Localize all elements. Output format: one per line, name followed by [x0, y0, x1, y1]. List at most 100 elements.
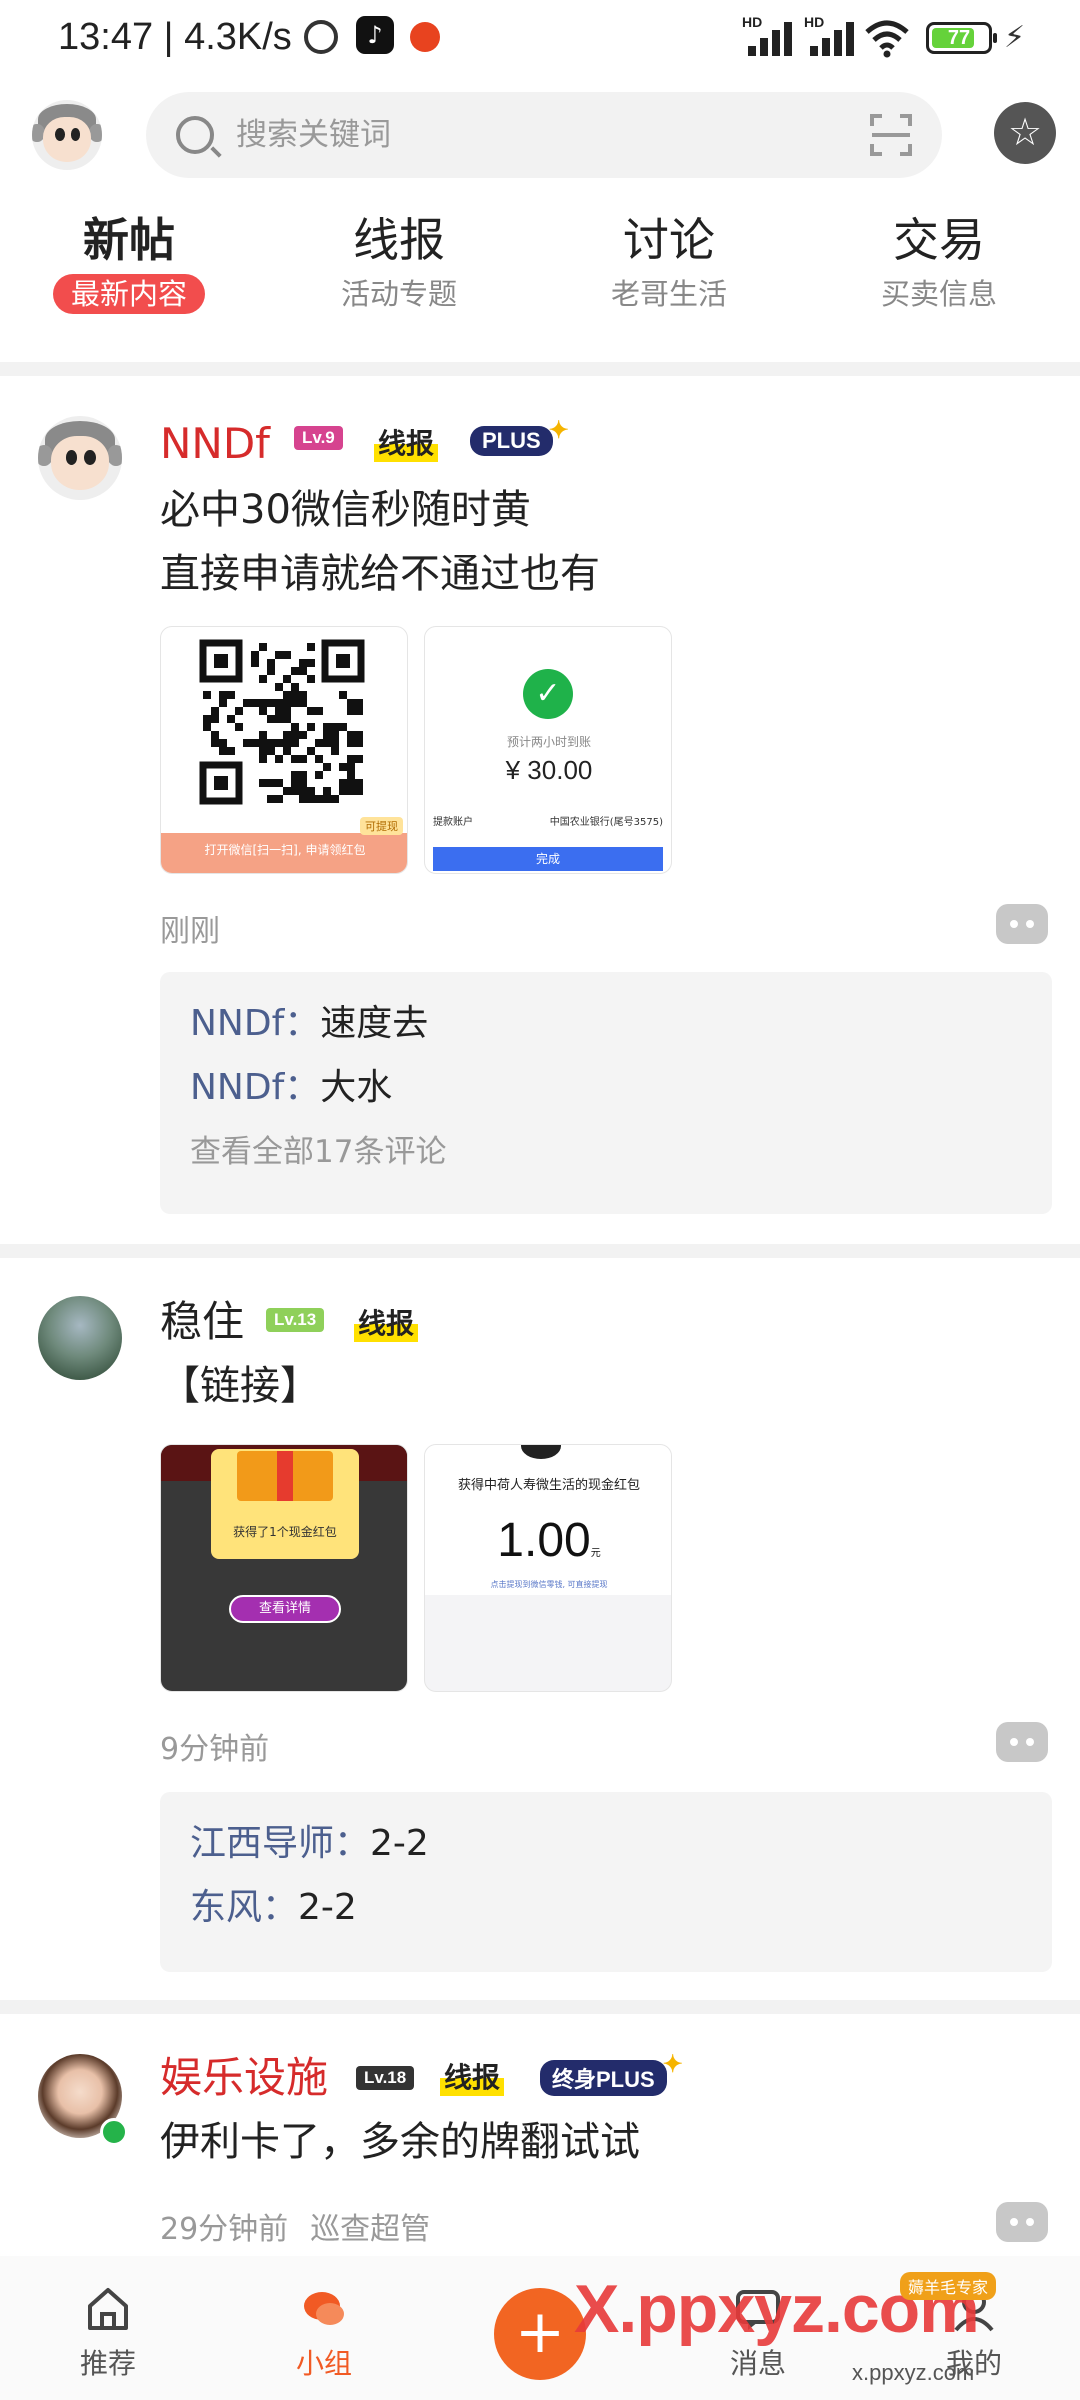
signal-icon-2	[806, 20, 862, 56]
post-username[interactable]: 稳住	[160, 1294, 244, 1350]
comment-author[interactable]: 东风：	[190, 1887, 298, 1928]
comment-text: 2-2	[370, 1823, 429, 1864]
tab-subtitle: 最新内容	[52, 274, 205, 314]
level-badge: Lv.13	[266, 1308, 325, 1332]
post-time: 刚刚	[160, 914, 220, 949]
nav-label: 推荐	[79, 2347, 136, 2380]
post-card[interactable]: 稳住 Lv.13 线报 【链接】 获得了1个现金红包 查看详情 获得中荷人寿微生…	[0, 1296, 1080, 1986]
plus-label: PLUS	[482, 428, 541, 453]
qrcode-icon	[161, 639, 407, 873]
withdrawable-badge: 可提现	[360, 817, 403, 835]
tab-title: 讨论	[623, 213, 715, 267]
comment-icon[interactable]	[996, 2202, 1048, 2242]
comment-author[interactable]: NNDf：	[190, 1003, 320, 1044]
app-notification-icon	[410, 22, 440, 52]
nav-label: 消息	[729, 2347, 786, 2380]
signal-icon	[744, 20, 800, 56]
payment-eta: 预计两小时到账	[506, 735, 591, 749]
comment-text: 大水	[320, 1067, 393, 1108]
search-input[interactable]	[236, 92, 836, 178]
gift-box-icon	[211, 1449, 359, 1559]
watermark-url: x.ppxyz.com	[852, 2360, 975, 2385]
post-avatar[interactable]	[38, 416, 122, 500]
tab-subtitle: 老哥生活	[610, 277, 727, 311]
cash-amount: 1.00	[497, 1514, 591, 1567]
battery-icon: 77	[926, 22, 997, 54]
sparkle-icon: ✦	[662, 2051, 683, 2078]
post-image-redpacket[interactable]: 获得了1个现金红包 查看详情	[160, 1444, 408, 1692]
post-image-cash[interactable]: 获得中荷人寿微生活的现金红包 1.00元 点击提现到微信零钱, 可直接提现	[424, 1444, 672, 1692]
post-time-extra: 巡查超管	[310, 2212, 431, 2247]
alarm-clock-icon	[304, 20, 338, 54]
plus-badge: 终身PLUS ✦	[540, 2051, 683, 2096]
comment-row: 江西导师：2-2	[190, 1812, 1022, 1876]
battery-level: 77	[947, 27, 971, 49]
tag-badge: 线报	[440, 2056, 505, 2096]
user-avatar[interactable]	[32, 100, 102, 170]
comment-author[interactable]: NNDf：	[190, 1067, 320, 1108]
comment-row: NNDf：速度去	[190, 992, 1022, 1056]
comment-text: 速度去	[320, 1003, 429, 1044]
top-header: ☆	[0, 88, 1080, 188]
tiktok-icon: ♪	[356, 16, 394, 54]
plus-badge: PLUS ✦	[470, 417, 569, 456]
home-icon	[88, 2288, 128, 2330]
nav-groups[interactable]: 小组	[254, 2286, 394, 2382]
section-divider	[0, 1244, 1080, 1258]
create-post-button[interactable]: +	[494, 2288, 586, 2380]
section-divider	[0, 2000, 1080, 2014]
tab-title: 新帖	[83, 213, 175, 267]
favorites-star-icon[interactable]: ☆	[994, 102, 1056, 164]
post-image-qrcode[interactable]: 打开微信[扫一扫], 申请领红包 可提现	[160, 626, 408, 874]
comments-preview[interactable]: NNDf：速度去 NNDf：大水 查看全部17条评论	[160, 972, 1052, 1214]
cash-note: 点击提现到微信零钱, 可直接提现	[490, 1580, 608, 1589]
post-card[interactable]: NNDf Lv.9 线报 PLUS ✦ 必中30微信秒随时黄 直接申请就给不通过也…	[0, 416, 1080, 1236]
post-username[interactable]: NNDf	[160, 416, 270, 472]
watermark-tag: 薅羊毛专家	[900, 2272, 997, 2300]
post-time: 9分钟前	[160, 1732, 270, 1767]
tab-discussion[interactable]: 讨论 老哥生活	[559, 210, 779, 314]
comment-icon[interactable]	[996, 1722, 1048, 1762]
plus-label: 终身PLUS	[552, 2067, 655, 2092]
post-username[interactable]: 娱乐设施	[160, 2050, 328, 2106]
scan-icon[interactable]	[870, 114, 912, 156]
post-content: 必中30微信秒随时黄 直接申请就给不通过也有	[160, 487, 600, 597]
tab-subtitle: 活动专题	[340, 277, 457, 311]
tab-title: 交易	[893, 213, 985, 267]
post-card[interactable]: 娱乐设施 Lv.18 线报 终身PLUS ✦ 伊利卡了，多余的牌翻试试 29分钟前…	[0, 2051, 1080, 2254]
cash-amount-row: 1.00元	[425, 1513, 671, 1568]
redpacket-text: 获得了1个现金红包	[233, 1525, 337, 1539]
status-bar: 13:47 | 4.3K/s ♪ HD HD 77 ⚡	[0, 0, 1080, 80]
post-content: 伊利卡了，多余的牌翻试试	[160, 2119, 640, 2165]
charging-icon: ⚡	[1004, 20, 1026, 55]
tab-deals[interactable]: 线报 活动专题	[289, 210, 509, 314]
qrcode-footer: 打开微信[扫一扫], 申请领红包	[204, 843, 366, 857]
payment-amount: ¥ 30.00	[505, 755, 593, 785]
tab-title: 线报	[353, 213, 445, 267]
tab-subtitle: 买卖信息	[880, 277, 997, 311]
payment-bank: 中国农业银行(尾号3575)	[549, 817, 663, 828]
comment-row: 东风：2-2	[190, 1876, 1022, 1940]
level-badge: Lv.18	[356, 2066, 415, 2090]
wifi-icon	[865, 20, 909, 58]
payment-account-label: 提款账户	[433, 817, 473, 828]
nav-label: 小组	[295, 2347, 352, 2380]
tag-badge: 线报	[374, 422, 439, 462]
payment-done-button: 完成	[433, 847, 663, 871]
search-bar[interactable]	[146, 92, 942, 178]
comment-icon[interactable]	[996, 904, 1048, 944]
post-image-payment[interactable]: ✓ 预计两小时到账 ¥ 30.00 提款账户 中国农业银行(尾号3575) 完成	[424, 626, 672, 874]
post-avatar[interactable]	[38, 1296, 122, 1380]
comment-author[interactable]: 江西导师：	[190, 1823, 370, 1864]
check-icon: ✓	[523, 669, 573, 719]
tab-new-posts[interactable]: 新帖 最新内容	[19, 210, 239, 314]
search-icon	[176, 116, 214, 154]
tab-trade[interactable]: 交易 买卖信息	[829, 210, 1049, 314]
level-badge: Lv.9	[294, 426, 343, 450]
comments-preview[interactable]: 江西导师：2-2 东风：2-2	[160, 1792, 1052, 1972]
view-all-comments-link[interactable]: 查看全部17条评论	[190, 1120, 1022, 1184]
nav-recommend[interactable]: 推荐	[38, 2286, 178, 2382]
cash-unit: 元	[590, 1548, 601, 1559]
post-time-row: 29分钟前 巡查超管	[160, 2204, 430, 2248]
section-divider	[0, 362, 1080, 376]
